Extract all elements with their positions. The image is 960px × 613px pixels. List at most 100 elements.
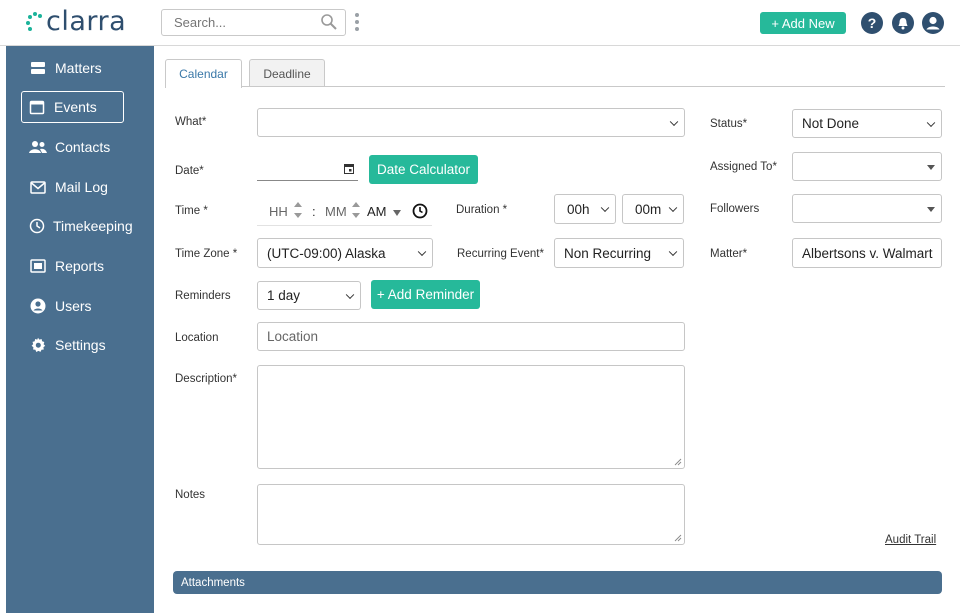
recurring-event-label: Recurring Event* (457, 248, 544, 260)
date-underline (257, 180, 358, 181)
time-label: Time * (175, 205, 208, 217)
ampm-caret-icon[interactable] (393, 210, 401, 216)
date-input[interactable] (257, 160, 358, 180)
tab-deadline[interactable]: Deadline (249, 59, 325, 87)
time-input: HH : MM AM (257, 198, 432, 226)
date-calculator-button[interactable]: Date Calculator (369, 155, 478, 184)
sidebar-item-matters[interactable]: Matters (22, 52, 124, 84)
reminders-select[interactable]: 1 day (257, 281, 361, 310)
calendar-icon (28, 98, 46, 116)
sidebar-item-label: Users (55, 298, 92, 314)
caret-down-icon (927, 206, 935, 212)
user-icon (29, 297, 47, 315)
description-label: Description* (175, 373, 237, 385)
matter-input[interactable]: Albertsons v. Walmart (792, 238, 942, 268)
add-reminder-button[interactable]: + Add Reminder (371, 280, 480, 309)
tab-calendar[interactable]: Calendar (165, 59, 242, 88)
chevron-down-icon (345, 290, 355, 299)
minute-spinner-icon[interactable] (352, 201, 360, 219)
caret-down-icon (927, 164, 935, 170)
audit-trail-link[interactable]: Audit Trail (885, 534, 936, 546)
clock-picker-icon[interactable] (412, 203, 428, 219)
duration-hours-select[interactable]: 00h (554, 194, 616, 224)
sidebar-item-contacts[interactable]: Contacts (22, 131, 124, 163)
location-input[interactable]: Location (257, 322, 685, 351)
duration-label: Duration * (456, 204, 508, 216)
tab-divider (165, 86, 945, 87)
mail-icon (29, 178, 47, 196)
chevron-down-icon (926, 118, 936, 127)
attachments-label: Attachments (181, 576, 245, 589)
time-zone-select[interactable]: (UTC-09:00) Alaska (257, 238, 433, 268)
time-hour-field[interactable]: HH (269, 204, 288, 219)
more-options-icon[interactable] (355, 13, 361, 33)
time-minute-field[interactable]: MM (325, 204, 347, 219)
chevron-down-icon (417, 247, 427, 257)
chevron-down-icon (668, 203, 678, 213)
reminders-value: 1 day (267, 288, 301, 303)
chevron-down-icon (600, 203, 610, 213)
date-label: Date* (175, 165, 204, 177)
report-icon (29, 257, 47, 275)
time-zone-label: Time Zone * (175, 248, 238, 260)
people-icon (29, 138, 47, 156)
what-label: What* (175, 116, 207, 128)
sidebar-item-mail-log[interactable]: Mail Log (22, 171, 124, 203)
what-select[interactable] (257, 108, 685, 137)
matter-label: Matter* (710, 248, 748, 260)
location-label: Location (175, 332, 219, 344)
search-input[interactable] (161, 9, 346, 36)
help-icon[interactable]: ? (861, 12, 883, 34)
status-select[interactable]: Not Done (792, 109, 942, 138)
sidebar-item-label: Matters (55, 60, 102, 76)
recurring-event-value: Non Recurring (564, 245, 652, 261)
clock-icon (29, 217, 45, 235)
chevron-down-icon (668, 247, 678, 257)
brand-name: clarra (46, 6, 127, 37)
hour-spinner-icon[interactable] (294, 201, 302, 219)
top-bar: clarra + Add New ? (0, 0, 960, 46)
time-ampm-field[interactable]: AM (367, 204, 387, 219)
sidebar-item-label: Settings (55, 337, 106, 353)
sidebar-item-label: Contacts (55, 139, 111, 155)
time-zone-value: (UTC-09:00) Alaska (267, 245, 386, 261)
notes-textarea[interactable] (257, 484, 685, 545)
assigned-to-select[interactable] (792, 152, 942, 181)
gear-icon (29, 336, 47, 354)
time-separator: : (312, 204, 316, 219)
duration-minutes-value: 00m (635, 201, 662, 217)
location-placeholder: Location (267, 329, 319, 344)
sidebar-item-events[interactable]: Events (21, 91, 124, 123)
sidebar: Matters Events Contacts Mail Log Timekee… (6, 46, 154, 613)
active-tab-gap (166, 86, 241, 88)
status-value: Not Done (802, 116, 860, 131)
sidebar-item-label: Timekeeping (53, 218, 133, 234)
description-textarea[interactable] (257, 365, 685, 469)
logo-dots-icon (26, 11, 44, 33)
assigned-to-label: Assigned To* (710, 161, 777, 173)
clarra-logo[interactable]: clarra (26, 6, 126, 38)
reminders-label: Reminders (175, 290, 231, 302)
status-label: Status* (710, 118, 748, 130)
calendar-picker-icon[interactable] (344, 163, 354, 174)
resize-grip-icon[interactable] (674, 458, 682, 466)
sidebar-item-users[interactable]: Users (22, 290, 124, 322)
matter-value: Albertsons v. Walmart (802, 245, 933, 261)
duration-hours-value: 00h (567, 201, 590, 217)
sidebar-item-settings[interactable]: Settings (22, 329, 124, 361)
search-icon[interactable] (320, 13, 338, 31)
sidebar-item-label: Reports (55, 258, 105, 274)
sidebar-item-label: Mail Log (55, 179, 108, 195)
add-new-button[interactable]: + Add New (760, 12, 846, 34)
notes-label: Notes (175, 489, 206, 501)
resize-grip-icon[interactable] (674, 534, 682, 542)
user-avatar-icon[interactable] (922, 12, 944, 34)
recurring-event-select[interactable]: Non Recurring (554, 238, 684, 268)
notification-bell-icon[interactable] (892, 12, 914, 34)
attachments-bar[interactable]: Attachments (173, 571, 942, 594)
duration-minutes-select[interactable]: 00m (622, 194, 684, 224)
followers-select[interactable] (792, 194, 942, 223)
sidebar-item-timekeeping[interactable]: Timekeeping (22, 210, 133, 242)
sidebar-item-label: Events (54, 99, 97, 115)
sidebar-item-reports[interactable]: Reports (22, 250, 124, 282)
